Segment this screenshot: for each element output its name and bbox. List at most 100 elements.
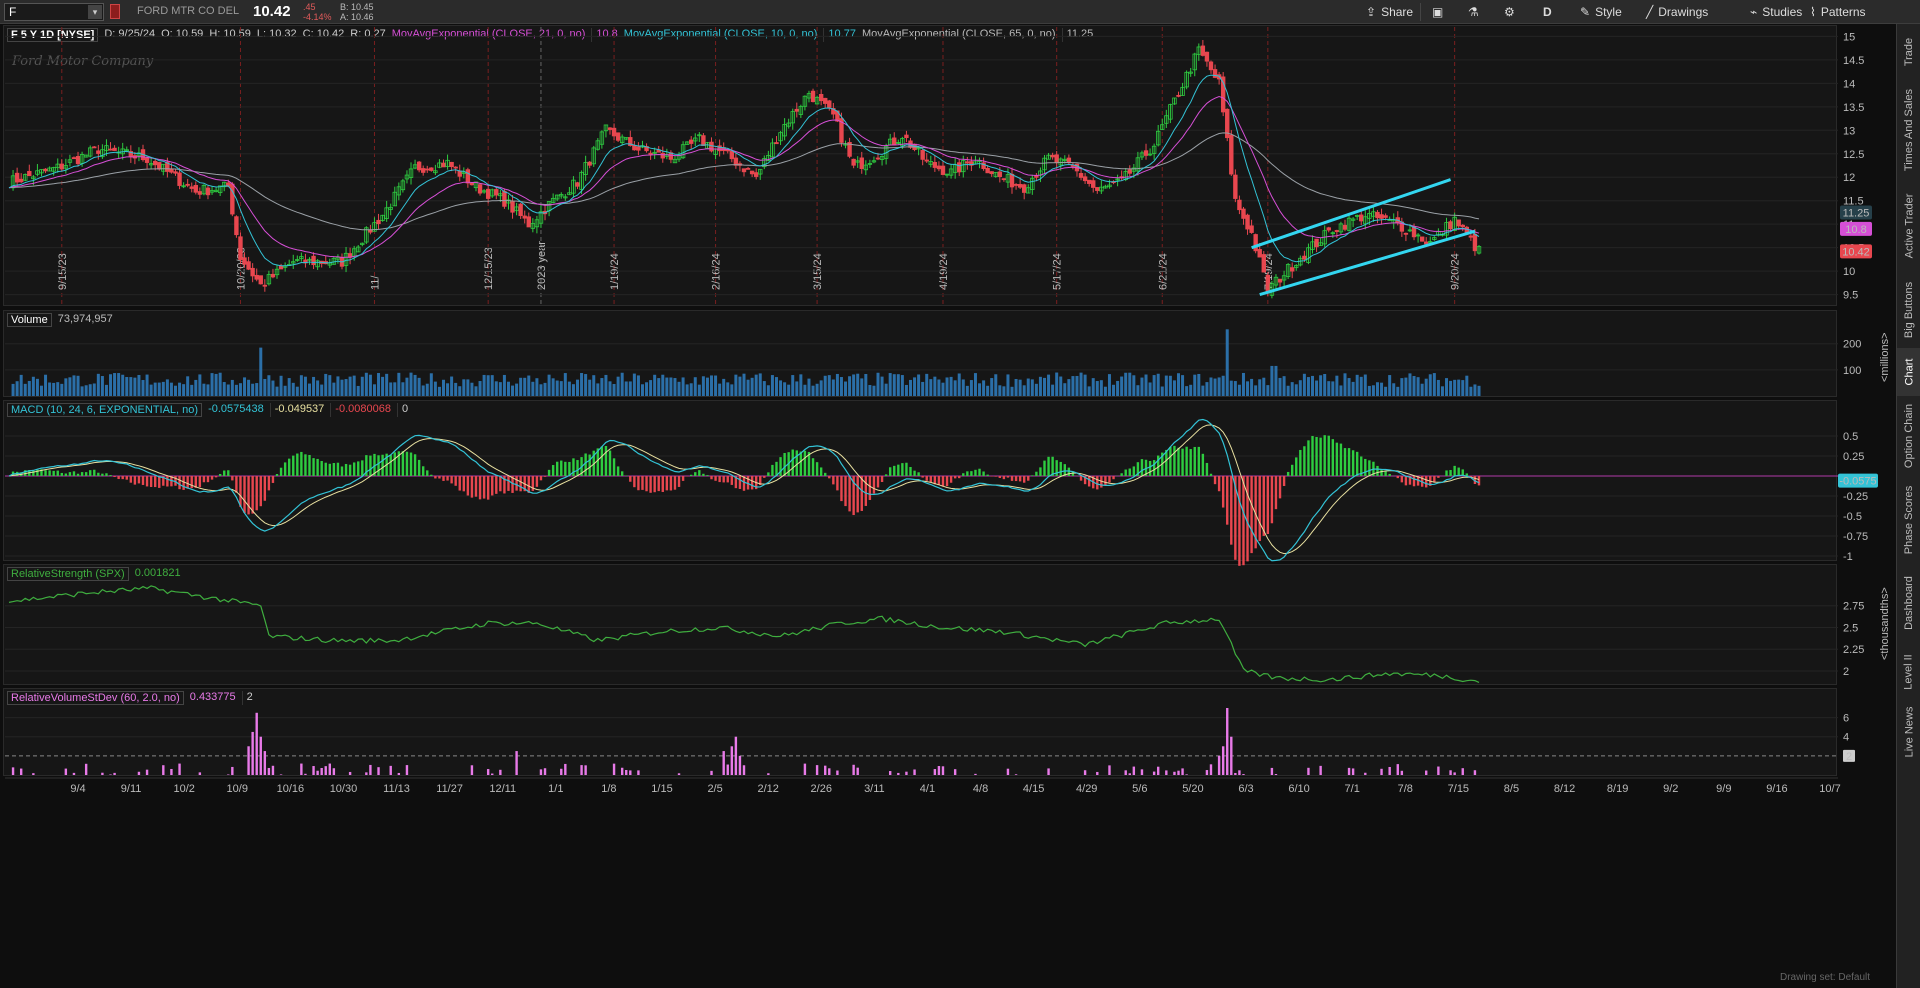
macd-histogram-bar: [921, 476, 924, 478]
side-tab-big-buttons[interactable]: Big Buttons: [1897, 272, 1920, 348]
volume-bar: [238, 383, 242, 396]
macd-histogram-bar: [888, 467, 892, 476]
macd-histogram-bar: [909, 467, 912, 476]
volume-bar: [608, 381, 612, 396]
rvsd-bar: [170, 768, 173, 775]
side-tab-level-ii[interactable]: Level II: [1897, 642, 1920, 702]
volume-bar: [385, 373, 389, 396]
macd-histogram-bar: [884, 474, 888, 476]
side-tab-dashboard[interactable]: Dashboard: [1897, 564, 1920, 642]
side-tab-live-news[interactable]: Live News: [1897, 702, 1920, 762]
macd-histogram-bar: [153, 476, 157, 488]
macd-histogram-bar: [1035, 471, 1038, 476]
x-axis-tick: 2/12: [757, 783, 778, 795]
volume-bar: [494, 381, 498, 396]
macd-histogram-bar: [48, 470, 51, 476]
candle-body: [1403, 232, 1409, 235]
volume-bar: [734, 374, 738, 396]
volume-bar: [519, 377, 523, 396]
macd-histogram-bar: [466, 476, 470, 496]
candle-body: [1050, 154, 1055, 158]
side-tab-phase-scores[interactable]: Phase Scores: [1897, 476, 1920, 564]
macd-histogram-bar: [1018, 476, 1022, 482]
volume-bar: [275, 386, 279, 396]
candle-body: [1424, 241, 1429, 245]
side-tab-chart[interactable]: Chart: [1897, 348, 1920, 396]
side-tab-option-chain[interactable]: Option Chain: [1897, 396, 1920, 476]
volume-bar: [1408, 373, 1412, 396]
side-tab-times-and-sales[interactable]: Times And Sales: [1897, 80, 1920, 180]
volume-bar: [844, 381, 848, 396]
volume-bar: [60, 383, 64, 396]
macd-histogram-bar: [210, 476, 214, 480]
x-axis-tick: 4/15: [1023, 783, 1044, 795]
rvsd-bar: [1096, 771, 1099, 775]
volume-bar: [202, 383, 206, 396]
macd-histogram-bar: [312, 458, 315, 476]
volume-bar: [742, 373, 746, 396]
candle-body: [152, 160, 158, 166]
macd-histogram-bar: [1303, 446, 1306, 476]
volume-bar: [673, 378, 677, 396]
macd-histogram-bar: [1079, 476, 1083, 481]
macd-histogram-bar: [673, 476, 677, 490]
volume-bar: [620, 372, 624, 396]
volume-bar: [689, 383, 693, 396]
volume-bar: [604, 374, 608, 396]
volume-bar: [791, 375, 795, 396]
volume-bar: [324, 373, 328, 396]
macd-histogram-bar: [588, 454, 591, 476]
macd-histogram-bar: [1185, 446, 1188, 476]
macd-histogram-bar: [795, 450, 798, 476]
macd-histogram-bar: [1453, 465, 1456, 476]
macd-histogram-bar: [998, 476, 1002, 478]
rvsd-bar: [397, 772, 401, 775]
volume-bar: [397, 372, 401, 396]
macd-histogram-bar: [1213, 476, 1217, 485]
side-tab-active-trader[interactable]: Active Trader: [1897, 180, 1920, 272]
candle-body: [1009, 173, 1015, 188]
volume-bar: [904, 384, 908, 396]
volume-bar: [961, 379, 965, 396]
volume-bar: [1388, 375, 1392, 396]
macd-histogram-bar: [661, 476, 664, 492]
volume-bar: [52, 382, 56, 396]
candle-body: [1091, 180, 1096, 188]
macd-histogram-bar: [925, 476, 928, 481]
rvsd-bar: [178, 763, 181, 775]
rvsd-bar: [247, 746, 250, 775]
volume-bar: [953, 380, 957, 396]
volume-bar: [72, 375, 76, 396]
macd-histogram-bar: [1319, 437, 1322, 476]
macd-histogram-bar: [840, 476, 843, 502]
volume-bar: [819, 380, 823, 396]
volume-bar: [259, 347, 263, 396]
candle-body: [989, 171, 994, 175]
candle-body: [469, 182, 475, 186]
volume-bar: [389, 382, 393, 396]
macd-histogram-bar: [905, 462, 908, 476]
volume-bar: [145, 374, 149, 396]
x-axis-tick: 4/1: [920, 783, 935, 795]
macd-histogram-bar: [547, 469, 551, 476]
macd-histogram-bar: [681, 476, 685, 481]
volume-bar: [1006, 374, 1010, 396]
volume-bar: [1018, 379, 1022, 396]
volume-bar: [864, 373, 868, 396]
side-tab-label: Trade: [1903, 37, 1916, 67]
side-tab-trade[interactable]: Trade: [1897, 24, 1920, 80]
volume-bar: [31, 376, 35, 396]
side-tab-label: Phase Scores: [1903, 485, 1916, 555]
rvsd-bar: [1217, 755, 1221, 775]
candle-body: [1253, 234, 1258, 252]
volume-bar: [584, 374, 588, 396]
macd-histogram-bar: [1351, 450, 1355, 476]
macd-histogram-bar: [1031, 475, 1034, 476]
volume-bar: [1002, 386, 1006, 396]
candle-body: [818, 94, 824, 102]
candle-body: [940, 165, 946, 175]
volume-bar: [157, 382, 161, 396]
chart-canvas[interactable]: 9/15/23 10/20/23 11/12/15/23 2023 year 1/19/…: [0, 0, 1896, 988]
rvsd-bar: [377, 767, 380, 775]
rvsd-bar: [499, 769, 502, 775]
